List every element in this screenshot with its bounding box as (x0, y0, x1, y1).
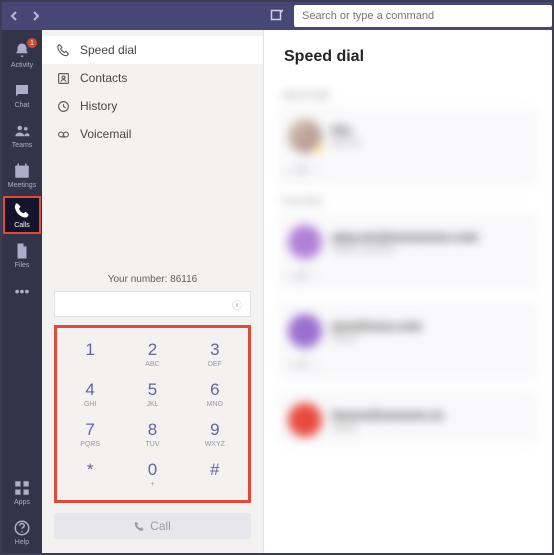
key-0[interactable]: 0+ (121, 454, 183, 494)
contact-card[interactable]: P.S.BCG B ⌕ ✆ ⋯ (278, 107, 538, 186)
activity-badge: 1 (27, 38, 37, 48)
key-1[interactable]: 1 (59, 334, 121, 374)
compose-icon[interactable] (268, 7, 286, 25)
rail-meetings[interactable]: Meetings (3, 156, 41, 194)
calls-panel: Speed dial Contacts History Voicemail Yo… (42, 30, 264, 553)
title-bar: Search or type a command (2, 2, 552, 30)
clear-icon[interactable]: ⓧ (230, 297, 244, 311)
call-button[interactable]: Call (54, 513, 251, 539)
dialpad: 1 2ABC 3DEF 4GHI 5JKL 6MNO 7PQRS 8TUV 9W… (59, 334, 246, 494)
tab-label: Voicemail (80, 127, 131, 141)
phone-icon (56, 43, 70, 57)
key-star[interactable]: * (59, 454, 121, 494)
tab-speed-dial[interactable]: Speed dial (42, 36, 263, 64)
left-rail: 1 Activity Chat Teams Meetings Calls (2, 30, 42, 553)
dialpad-highlight: 1 2ABC 3DEF 4GHI 5JKL 6MNO 7PQRS 8TUV 9W… (54, 325, 251, 503)
key-5[interactable]: 5JKL (121, 374, 183, 414)
avatar (288, 314, 322, 348)
tab-label: Contacts (80, 71, 127, 85)
key-7[interactable]: 7PQRS (59, 414, 121, 454)
content-pane: Speed dial Speed dial P.S.BCG B ⌕ ✆ ⋯ Fa… (264, 30, 552, 553)
rail-teams[interactable]: Teams (3, 116, 41, 154)
dialer: Your number: 86116 ⓧ 1 2ABC 3DEF 4GHI 5J… (42, 264, 263, 553)
avatar (288, 119, 322, 153)
rail-chat[interactable]: Chat (3, 76, 41, 114)
contact-card[interactable]: lxxxxx@xxxxxxx.xxStatus (278, 391, 538, 445)
tab-label: Speed dial (80, 43, 137, 57)
phone-icon (134, 521, 145, 532)
blurred-contacts: Speed dial P.S.BCG B ⌕ ✆ ⋯ Favorites amy… (264, 90, 552, 445)
forward-button[interactable] (26, 6, 46, 26)
page-title: Speed dial (264, 30, 552, 80)
tab-label: History (80, 99, 117, 113)
key-8[interactable]: 8TUV (121, 414, 183, 454)
tab-history[interactable]: History (42, 92, 263, 120)
history-icon (56, 99, 70, 113)
rail-files[interactable]: Files (3, 236, 41, 274)
back-button[interactable] (4, 6, 24, 26)
key-hash[interactable]: # (184, 454, 246, 494)
number-input[interactable]: ⓧ (54, 291, 251, 317)
rail-activity[interactable]: 1 Activity (3, 36, 41, 74)
tab-voicemail[interactable]: Voicemail (42, 120, 263, 148)
avatar (288, 225, 322, 259)
search-input[interactable]: Search or type a command (294, 5, 552, 27)
contact-card[interactable]: jxxx@xxxx.comStatus ⌕ ✆ ⋯ (278, 302, 538, 381)
voicemail-icon (56, 127, 70, 141)
tab-contacts[interactable]: Contacts (42, 64, 263, 92)
key-6[interactable]: 6MNO (184, 374, 246, 414)
contact-card[interactable]: amy.xxx@xxxxxxxxx.comStatus unknown ⌕ ✆ … (278, 213, 538, 292)
avatar (288, 403, 322, 437)
your-number-label: Your number: 86116 (54, 274, 251, 285)
contacts-icon (56, 71, 70, 85)
key-3[interactable]: 3DEF (184, 334, 246, 374)
rail-apps[interactable]: Apps (3, 473, 41, 511)
rail-more[interactable]: ••• (2, 276, 42, 306)
rail-calls[interactable]: Calls (3, 196, 41, 234)
key-4[interactable]: 4GHI (59, 374, 121, 414)
rail-help[interactable]: Help (3, 513, 41, 551)
key-2[interactable]: 2ABC (121, 334, 183, 374)
key-9[interactable]: 9WXYZ (184, 414, 246, 454)
